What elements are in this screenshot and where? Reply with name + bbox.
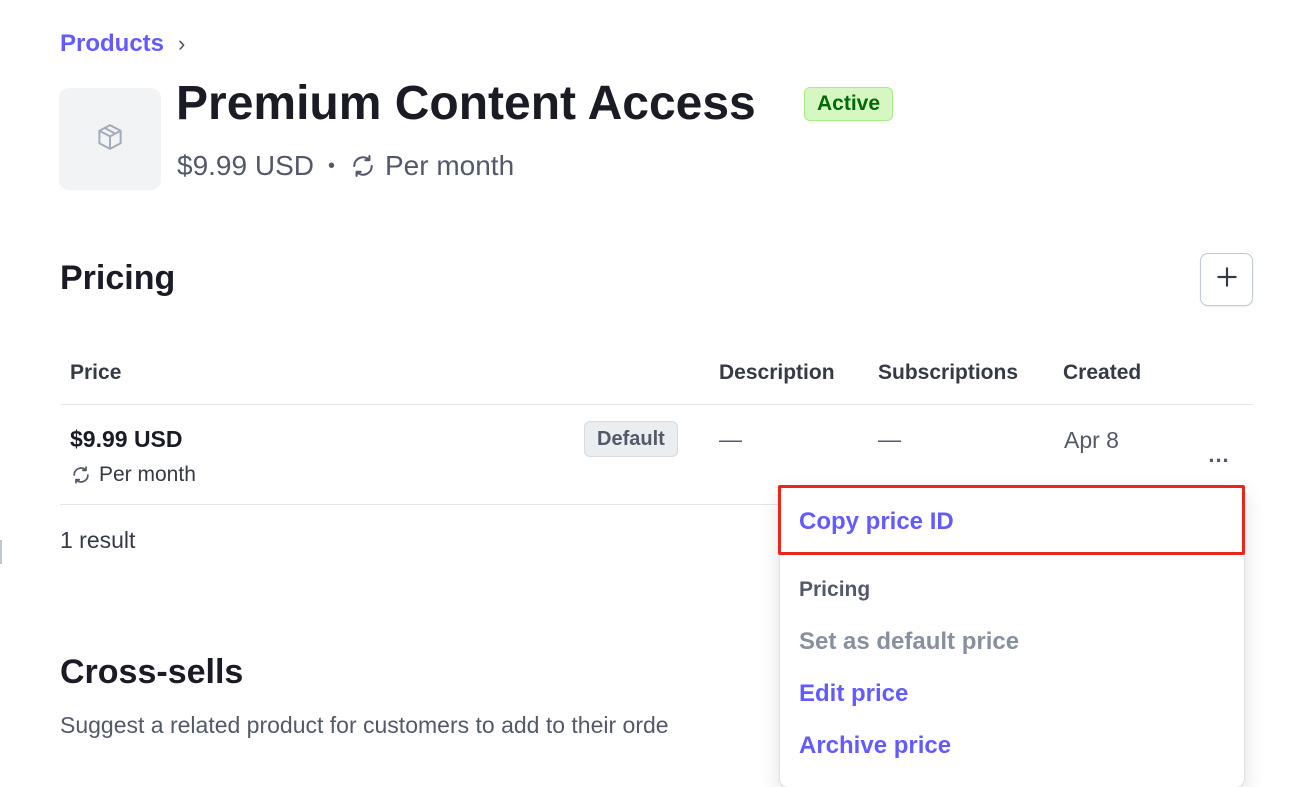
row-price[interactable]: $9.99 USD	[70, 426, 183, 453]
page-title: Premium Content Access	[176, 77, 756, 130]
product-interval: Per month	[384, 150, 515, 181]
box-icon	[95, 122, 125, 157]
row-more-actions-button[interactable]: ...	[1200, 440, 1238, 470]
column-header-created: Created	[1063, 361, 1142, 384]
edge-divider	[0, 540, 2, 564]
column-header-price: Price	[70, 361, 122, 384]
result-count: 1 result	[60, 527, 136, 553]
product-price: $9.99 USD	[177, 150, 314, 181]
menu-item-set-default-price[interactable]: Set as default price	[799, 628, 1019, 656]
product-thumbnail	[59, 88, 161, 190]
separator-dot: •	[327, 154, 335, 177]
default-badge: Default	[584, 421, 678, 457]
product-summary: $9.99 USD • Per month	[177, 150, 514, 182]
menu-item-edit-price[interactable]: Edit price	[799, 680, 908, 708]
column-header-subscriptions: Subscriptions	[878, 361, 1019, 384]
table-header-divider	[60, 404, 1253, 405]
row-subscriptions: —	[878, 426, 901, 452]
breadcrumb: Products ›	[60, 30, 185, 58]
cross-sells-heading: Cross-sells	[60, 653, 244, 691]
row-interval-label: Per month	[99, 463, 196, 486]
menu-section-pricing: Pricing	[799, 578, 871, 601]
row-created: Apr 8	[1064, 427, 1119, 453]
add-price-button[interactable]	[1200, 253, 1253, 306]
menu-item-archive-price[interactable]: Archive price	[799, 732, 951, 760]
more-icon: ...	[1208, 442, 1230, 467]
table-row-divider	[60, 504, 780, 505]
column-header-description: Description	[719, 361, 835, 384]
highlight-outline	[778, 485, 1245, 555]
row-description: —	[719, 426, 742, 452]
plus-icon	[1214, 264, 1240, 295]
recurring-icon	[70, 464, 92, 486]
row-interval: Per month	[70, 463, 196, 487]
status-badge: Active	[804, 87, 894, 121]
chevron-right-icon: ›	[178, 31, 186, 56]
recurring-icon	[349, 152, 377, 180]
breadcrumb-products-link[interactable]: Products	[60, 30, 164, 58]
pricing-heading: Pricing	[60, 259, 176, 297]
cross-sells-description: Suggest a related product for customers …	[60, 712, 669, 738]
